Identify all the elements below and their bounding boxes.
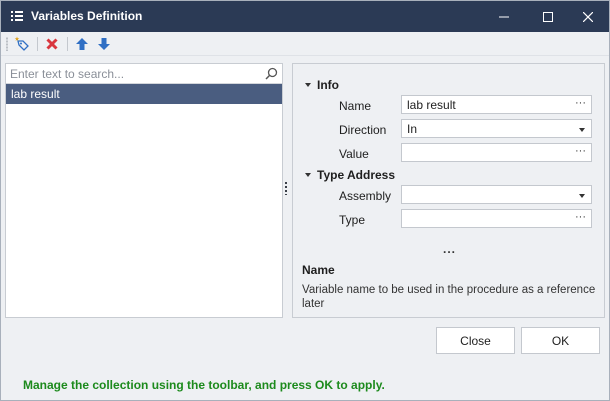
description-title: Name [302,263,335,277]
title-bar[interactable]: Variables Definition [1,1,609,32]
ellipsis-button[interactable]: ··· [575,210,586,224]
variables-list-panel: lab result [5,63,283,318]
close-icon [583,11,593,22]
category-info[interactable]: Info [305,78,339,92]
search-box [6,64,282,84]
close-window-button[interactable] [565,1,610,32]
status-bar: Manage the collection using the toolbar,… [1,367,609,400]
list-icon [11,11,23,21]
maximize-icon [543,11,553,22]
property-grid: Info Name lab result ··· Direction In Va… [292,63,605,318]
chevron-down-icon [305,172,311,177]
more-properties-ellipsis[interactable]: ... [443,242,456,256]
category-type-address-label: Type Address [317,168,396,182]
value-field[interactable]: ··· [401,143,592,162]
name-value: lab result [407,98,456,112]
minimize-button[interactable] [481,1,527,32]
direction-label: Direction [339,123,387,137]
search-input[interactable] [6,64,262,83]
status-message: Manage the collection using the toolbar,… [23,378,385,392]
delete-variable-button[interactable] [43,35,61,53]
assembly-label: Assembly [339,189,392,203]
toolbar-separator [37,37,38,51]
list-item-selected[interactable]: lab result [6,84,282,104]
add-variable-button[interactable] [13,35,31,53]
ok-button[interactable]: OK [521,327,600,354]
value-label: Value [339,147,369,161]
direction-select[interactable]: In [401,119,592,138]
type-label: Type [339,213,366,227]
toolbar-separator [67,37,68,51]
dropdown-arrow-icon[interactable] [579,128,585,132]
description-text: Variable name to be used in the procedur… [302,284,596,310]
category-info-label: Info [317,78,339,92]
chevron-down-icon [305,82,311,87]
dropdown-arrow-icon[interactable] [579,194,585,198]
minimize-icon [499,16,509,17]
panel-splitter[interactable] [284,181,288,195]
toolbar-grip[interactable] [6,37,8,51]
direction-value: In [407,122,418,136]
assembly-select[interactable] [401,185,592,204]
move-down-button[interactable] [95,35,113,53]
search-icon[interactable] [265,67,278,80]
toolbar [1,32,609,56]
ellipsis-button[interactable]: ··· [575,144,586,158]
add-tag-icon [14,36,29,51]
arrow-down-icon [98,38,110,50]
variables-definition-dialog: Variables Definition Enter text to searc… [0,0,610,401]
name-field[interactable]: lab result ··· [401,95,592,114]
name-label: Name [339,99,372,113]
window-title: Variables Definition [31,9,143,23]
ellipsis-button[interactable]: ··· [575,96,586,110]
move-up-button[interactable] [73,35,91,53]
category-type-address[interactable]: Type Address [305,168,395,182]
close-button[interactable]: Close [436,327,515,354]
red-x-icon [46,38,58,50]
arrow-up-icon [76,38,88,50]
type-field[interactable]: ··· [401,209,592,228]
